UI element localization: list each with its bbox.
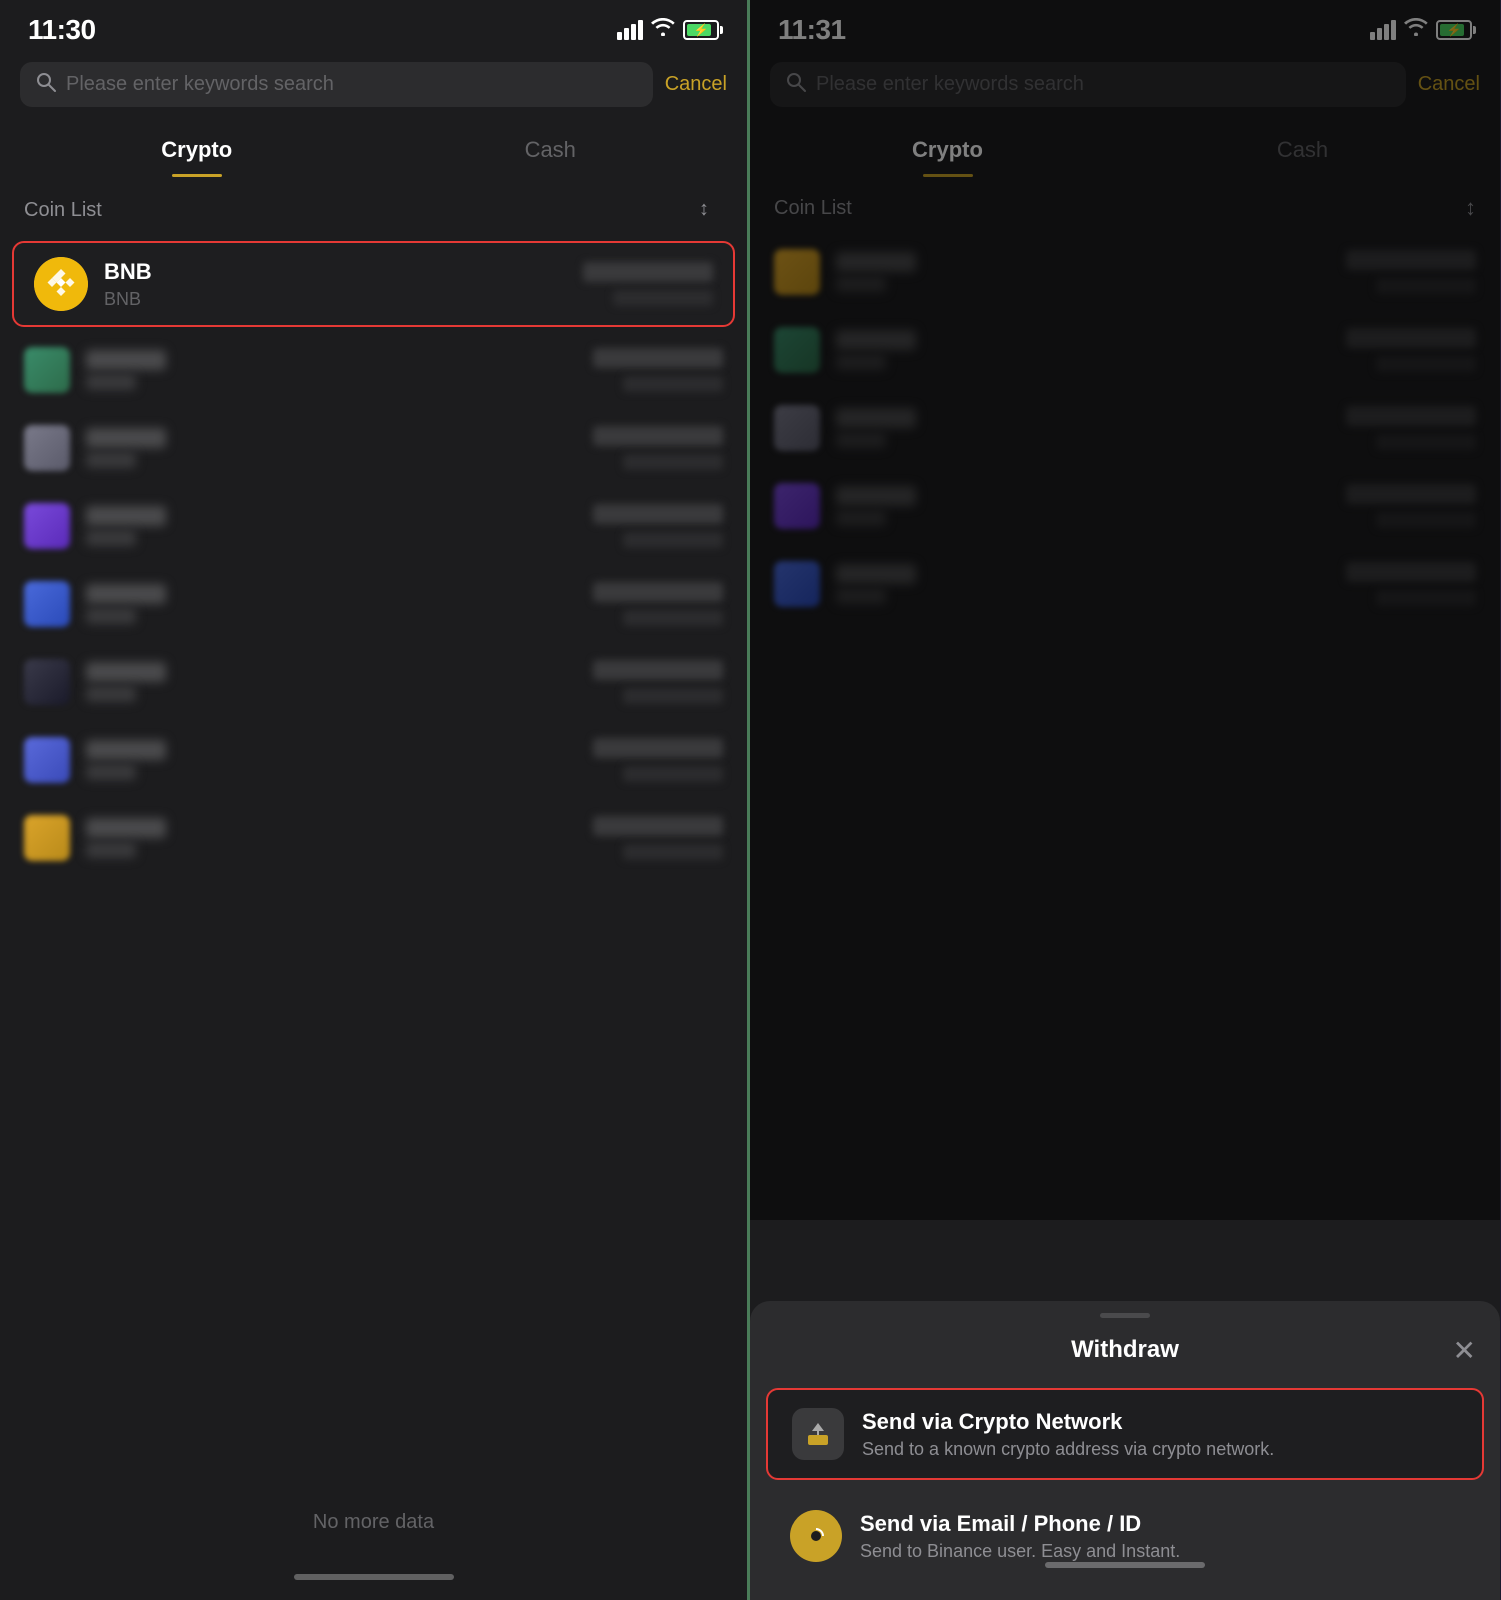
crypto-network-icon	[792, 1408, 844, 1460]
coin-icon-8	[24, 815, 70, 861]
withdraw-header: Withdraw ✕	[750, 1326, 1500, 1380]
home-indicator-left	[294, 1574, 454, 1580]
tabs-left: Crypto Cash	[0, 117, 747, 177]
coin-icon-bnb	[34, 257, 88, 311]
withdraw-handle	[1100, 1313, 1150, 1318]
search-bar-left: Please enter keywords search Cancel	[0, 54, 747, 117]
withdraw-option-crypto-network[interactable]: Send via Crypto Network Send to a known …	[766, 1388, 1484, 1480]
coin-list-label-left: Coin List	[24, 199, 102, 222]
wifi-icon-left	[651, 18, 675, 42]
coin-item-2[interactable]	[0, 331, 747, 409]
coin-name-bnb: BNB	[104, 259, 567, 285]
coin-info-bnb: BNB BNB	[104, 259, 567, 310]
coin-item-3[interactable]	[0, 409, 747, 487]
tab-crypto-left[interactable]: Crypto	[20, 127, 374, 177]
email-phone-desc: Send to Binance user. Easy and Instant.	[860, 1541, 1460, 1562]
right-phone-panel: 11:31 ⚡	[750, 0, 1500, 1600]
coin-item-bnb[interactable]: BNB BNB	[12, 241, 735, 327]
withdraw-close-button[interactable]: ✕	[1453, 1334, 1476, 1367]
status-icons-left: ⚡	[617, 18, 719, 42]
coin-item-8[interactable]	[0, 799, 747, 877]
search-input-left[interactable]: Please enter keywords search	[20, 62, 653, 107]
coin-list-header-left: Coin List ↕	[0, 177, 747, 237]
svg-text:↕: ↕	[699, 198, 709, 219]
sort-icon-left[interactable]: ↕	[699, 195, 723, 225]
tab-cash-left[interactable]: Cash	[374, 127, 728, 177]
coin-item-4[interactable]	[0, 487, 747, 565]
coin-icon-5	[24, 581, 70, 627]
signal-icon-left	[617, 20, 643, 40]
no-more-data-left: No more data	[0, 1481, 747, 1564]
dimmed-overlay-right	[750, 0, 1500, 1220]
cancel-button-left[interactable]: Cancel	[665, 73, 727, 96]
email-phone-icon	[790, 1510, 842, 1562]
search-placeholder-left: Please enter keywords search	[66, 73, 637, 96]
coin-icon-7	[24, 737, 70, 783]
withdraw-modal: Withdraw ✕ Send via Crypto Network Send …	[750, 1301, 1500, 1600]
coin-item-5[interactable]	[0, 565, 747, 643]
coin-icon-6	[24, 659, 70, 705]
coin-symbol-bnb: BNB	[104, 289, 567, 310]
home-indicator-right	[1045, 1562, 1205, 1568]
coin-item-6[interactable]	[0, 643, 747, 721]
battery-icon-left: ⚡	[683, 20, 719, 40]
coin-values-bnb	[583, 262, 713, 306]
withdraw-title: Withdraw	[1071, 1336, 1179, 1364]
status-time-left: 11:30	[28, 14, 96, 46]
search-icon-left	[36, 72, 56, 97]
status-bar-left: 11:30 ⚡	[0, 0, 747, 54]
crypto-network-desc: Send to a known crypto address via crypt…	[862, 1439, 1458, 1460]
crypto-network-title: Send via Crypto Network	[862, 1409, 1458, 1435]
email-phone-text: Send via Email / Phone / ID Send to Bina…	[860, 1511, 1460, 1562]
coin-icon-4	[24, 503, 70, 549]
email-phone-title: Send via Email / Phone / ID	[860, 1511, 1460, 1537]
coin-icon-2	[24, 347, 70, 393]
crypto-network-text: Send via Crypto Network Send to a known …	[862, 1409, 1458, 1460]
left-phone-panel: 11:30 ⚡	[0, 0, 750, 1600]
coin-list-left: BNB BNB	[0, 237, 747, 1564]
coin-icon-3	[24, 425, 70, 471]
coin-item-7[interactable]	[0, 721, 747, 799]
